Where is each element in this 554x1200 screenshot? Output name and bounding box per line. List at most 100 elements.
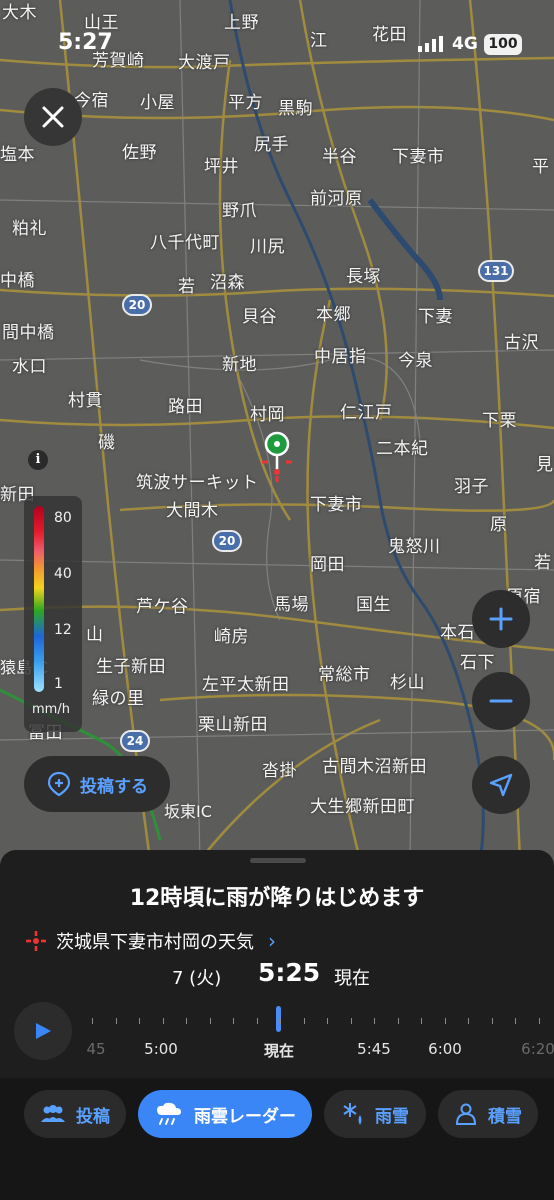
time-slider-tick [280, 1018, 281, 1024]
play-button[interactable] [14, 1002, 72, 1060]
time-slider-label: 5:00 [144, 1040, 178, 1058]
map-place-label: 川尻 [250, 237, 285, 257]
battery-indicator: 100 [484, 34, 522, 55]
map-place-label: 緑の里 [92, 689, 145, 709]
legend-color-bar [34, 506, 44, 692]
map-place-label: 栗山新田 [198, 715, 268, 735]
tab-rain-radar[interactable]: 雨雲レーダー [138, 1090, 312, 1138]
time-slider-label: 5:45 [357, 1040, 391, 1058]
tab-post[interactable]: 投稿 [24, 1090, 126, 1138]
map-place-label: 古沢 [504, 333, 539, 353]
map-place-label: 長塚 [346, 267, 381, 287]
map-place-label: 下妻市 [310, 495, 363, 515]
map-place-label: 生子新田 [96, 657, 166, 677]
time-slider-tick [92, 1018, 93, 1024]
road-shield: 24 [120, 730, 150, 752]
map-place-label: 古間木沼新田 [322, 757, 427, 777]
map-place-label: 大生郷新田町 [310, 797, 415, 817]
map-place-label: 塩本 [0, 145, 35, 165]
tab-snow-depth[interactable]: 積雪 [438, 1090, 538, 1138]
play-icon [36, 1023, 51, 1039]
map-place-label: 仁江戸 [340, 403, 393, 423]
chevron-right-icon: › [268, 929, 276, 953]
map-place-label: 石下 [460, 653, 495, 673]
time-slider-tick [327, 1018, 328, 1024]
time-slider-tick [162, 1018, 164, 1024]
bottom-tab-bar: 投稿 雨雲レーダー 雨雪 積雪 [0, 1078, 554, 1200]
plus-icon [489, 607, 513, 631]
map-place-label: 本郷 [316, 305, 351, 325]
map-place-label: 筑波サーキット [136, 473, 259, 493]
info-icon[interactable]: i [28, 450, 48, 470]
location-link[interactable]: 茨城県下妻市村岡の天気 › [24, 928, 276, 954]
close-button[interactable] [24, 88, 82, 146]
time-slider-tick [468, 1018, 469, 1024]
map-place-label: 今泉 [398, 351, 433, 371]
time-slider-label: 6:20 [521, 1040, 554, 1058]
map-place-label: 左平太新田 [202, 675, 290, 695]
selected-date: 7 (火) [172, 968, 222, 989]
map-place-label: 山 [86, 625, 104, 645]
tab-rain-snow-label: 雨雪 [375, 1106, 409, 1127]
map-place-label: 八千代町 [150, 233, 220, 253]
tab-snow-depth-label: 積雪 [488, 1106, 522, 1127]
location-name: 茨城県下妻市村岡の天気 [56, 932, 254, 953]
rain-forecast-headline: 12時頃に雨が降りはじめます [129, 886, 425, 911]
sheet-drag-handle[interactable] [250, 858, 306, 863]
location-marker-icon [26, 931, 46, 951]
current-location-button[interactable] [472, 756, 530, 814]
map-place-label: 村貫 [68, 391, 103, 411]
map-place-label: 常総市 [318, 665, 371, 685]
time-slider-tick [303, 1018, 305, 1024]
post-report-button[interactable]: 投稿する [24, 756, 170, 812]
map-place-label: 鬼怒川 [388, 537, 441, 557]
map-place-label: 杉山 [390, 673, 425, 693]
status-bar: 5:27 4G 100 [0, 30, 554, 60]
tab-rain-radar-label: 雨雲レーダー [194, 1106, 296, 1127]
map-place-label: 粕礼 [12, 219, 47, 239]
rain-cloud-icon [157, 1102, 181, 1125]
time-slider[interactable]: 45 5:00 現在 5:45 6:00 6:20 [86, 1000, 554, 1064]
time-slider-label: 6:00 [428, 1040, 462, 1058]
map-place-label: 本石 [440, 623, 475, 643]
map-place-label: 若 [178, 277, 196, 297]
map-place-label: 見 [536, 455, 554, 475]
map-place-label: 尻手 [254, 135, 289, 155]
rain-intensity-legend: 80 40 12 1 mm/h [24, 496, 82, 732]
map-place-label: 岡田 [310, 555, 345, 575]
map-place-label: 佐野 [122, 143, 157, 163]
minus-icon [489, 699, 513, 703]
time-slider-tick [350, 1018, 352, 1024]
map-place-label: 磯 [98, 433, 116, 453]
time-slider-tick [374, 1018, 375, 1024]
legend-tick: 1 [54, 676, 63, 692]
map-place-label: 下栗 [482, 411, 517, 431]
selected-clock: 5:25 [258, 958, 321, 987]
zoom-out-button[interactable] [472, 672, 530, 730]
snow-person-icon [455, 1103, 477, 1125]
interchange-label: 坂東IC [164, 802, 212, 821]
map-place-label: 芦ケ谷 [136, 597, 189, 617]
map-place-label: 下妻 [418, 307, 453, 327]
time-slider-tick [209, 1018, 211, 1024]
map-place-label: 前河原 [310, 189, 363, 209]
rain-radar-map[interactable]: 大木 山王 上野江花田 芳賀崎 大渡戸 今宿 小屋 平方 黒駒 塩本 佐野 尻手 半谷 下妻市平坪井 前河原… [0, 0, 554, 860]
map-place-label: 中橋 [0, 271, 35, 291]
road-shield: 20 [212, 530, 242, 552]
map-place-label: 半谷 [322, 147, 357, 167]
map-place-label: 大間木 [166, 501, 219, 521]
time-slider-label: 現在 [263, 1042, 295, 1060]
zoom-in-button[interactable] [472, 590, 530, 648]
legend-tick: 12 [54, 622, 72, 638]
map-roads [0, 0, 554, 860]
map-place-label: 野爪 [222, 201, 257, 221]
map-place-label: 原 [490, 515, 508, 535]
road-shield: 20 [122, 294, 152, 316]
tab-rain-snow[interactable]: 雨雪 [324, 1090, 426, 1138]
selected-time: 7 (火) 5:25 現在 [0, 958, 554, 992]
signal-icon [418, 36, 443, 52]
map-place-label: 平 [532, 157, 550, 177]
road-shield: 131 [478, 260, 514, 282]
time-slider-tick [444, 1018, 446, 1024]
map-place-label: 新地 [222, 355, 257, 375]
